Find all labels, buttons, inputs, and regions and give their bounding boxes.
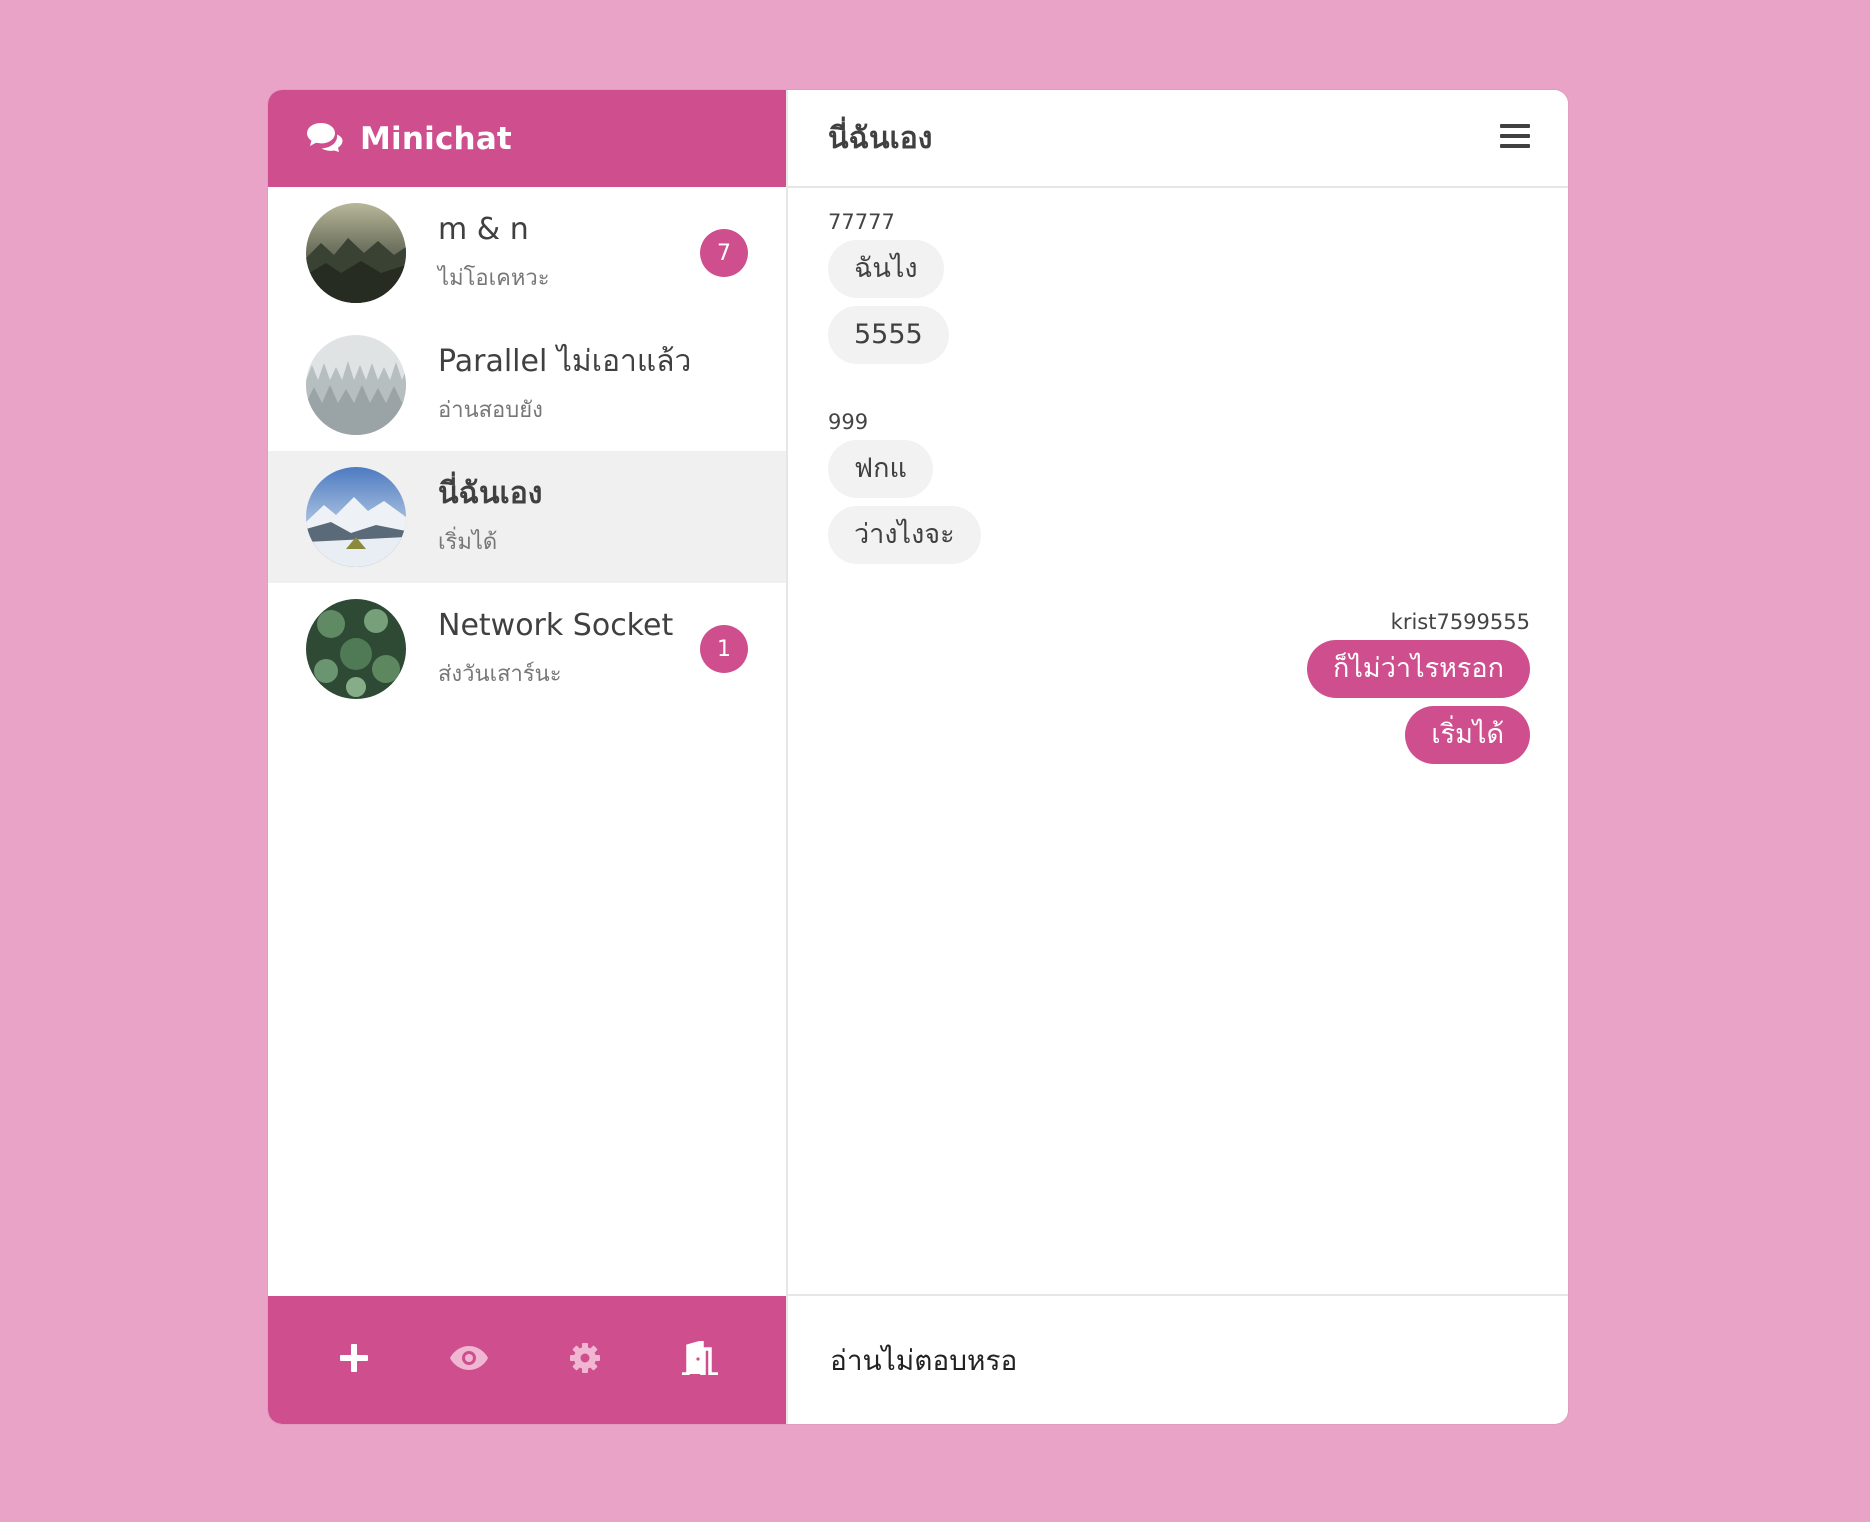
message-composer (788, 1294, 1568, 1424)
chat-bubbles-icon (306, 122, 344, 156)
contact-list: m & n ไม่โอเคหวะ 7 Parallel ไม่เอาแล้ว อ… (268, 187, 786, 1296)
sender-name: krist7599555 (1390, 610, 1530, 634)
contact-name: Parallel ไม่เอาแล้ว (438, 343, 692, 379)
message-bubble-own: เริ่มได้ (1405, 706, 1530, 764)
door-exit-icon (680, 1339, 720, 1379)
contact-item-parallel[interactable]: Parallel ไม่เอาแล้ว อ่านสอบยัง (268, 319, 786, 451)
message-group: 999 ฟกแ ว่างไงจะ (828, 410, 1530, 572)
message-input[interactable] (828, 1342, 1528, 1378)
contact-item-network-socket[interactable]: Network Socket ส่งวันเสาร์นะ 1 (268, 583, 786, 715)
logout-button[interactable] (668, 1328, 732, 1392)
message-group-own: krist7599555 ก็ไม่ว่าไรหรอก เริ่มได้ (828, 610, 1530, 772)
contact-name: นี่ฉันเอง (438, 475, 543, 511)
avatar (306, 467, 406, 567)
chat-title: นี่ฉันเอง (828, 120, 933, 156)
menu-button[interactable] (1500, 123, 1530, 153)
brand-header: Minichat (268, 90, 786, 187)
message-group: 77777 ฉันไง 5555 (828, 210, 1530, 372)
plus-icon (338, 1342, 370, 1378)
contact-preview: ส่งวันเสาร์นะ (438, 661, 562, 687)
chat-panel: นี่ฉันเอง 77777 ฉันไง 5555 999 ฟกแ ว่างไ… (788, 90, 1568, 1424)
unread-badge: 1 (700, 625, 748, 673)
eye-icon (449, 1345, 489, 1375)
contact-name: m & n (438, 211, 529, 247)
sender-name: 77777 (828, 210, 895, 234)
message-bubble: ฟกแ (828, 440, 933, 498)
avatar (306, 599, 406, 699)
unread-badge: 7 (700, 229, 748, 277)
gear-icon (569, 1342, 601, 1378)
hamburger-menu-icon (1500, 124, 1530, 153)
new-chat-button[interactable] (322, 1328, 386, 1392)
contact-name: Network Socket (438, 607, 674, 643)
message-bubble: ฉันไง (828, 240, 944, 298)
app-name: Minichat (360, 120, 512, 157)
chat-header: นี่ฉันเอง (788, 90, 1568, 188)
settings-button[interactable] (553, 1328, 617, 1392)
avatar (306, 335, 406, 435)
view-button[interactable] (437, 1328, 501, 1392)
sender-name: 999 (828, 410, 869, 434)
sidebar: Minichat m & n ไม่โอเคหวะ 7 Parallel ไม่… (268, 90, 788, 1424)
message-bubble: 5555 (828, 306, 949, 364)
contact-preview: อ่านสอบยัง (438, 397, 543, 423)
sidebar-toolbar (268, 1296, 786, 1424)
chat-app-window: Minichat m & n ไม่โอเคหวะ 7 Parallel ไม่… (268, 90, 1568, 1424)
contact-preview: เริ่มได้ (438, 529, 498, 555)
contact-preview: ไม่โอเคหวะ (438, 265, 550, 291)
contact-item-m-n[interactable]: m & n ไม่โอเคหวะ 7 (268, 187, 786, 319)
avatar (306, 203, 406, 303)
contact-item-active[interactable]: นี่ฉันเอง เริ่มได้ (268, 451, 786, 583)
message-bubble: ว่างไงจะ (828, 506, 981, 564)
message-bubble-own: ก็ไม่ว่าไรหรอก (1307, 640, 1530, 698)
message-list: 77777 ฉันไง 5555 999 ฟกแ ว่างไงจะ krist7… (788, 188, 1568, 1294)
